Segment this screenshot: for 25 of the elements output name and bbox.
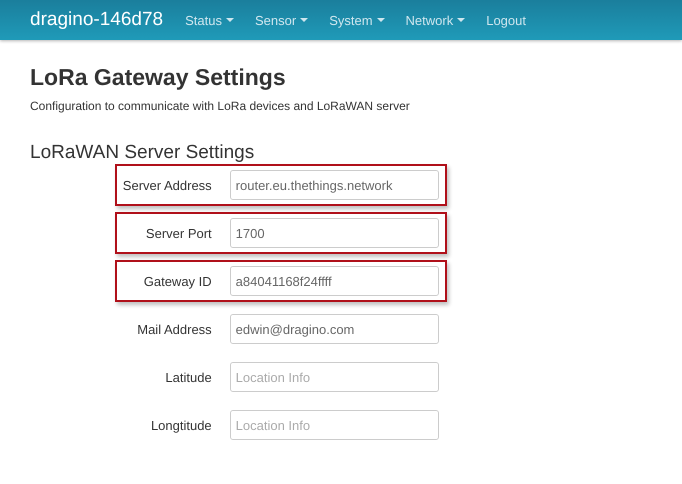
field-label: Longtitude [150,418,212,432]
caret-icon [457,18,466,22]
menu-item[interactable]: Status [185,12,234,28]
brand-title[interactable]: dragino-146d78 [30,9,164,31]
menu-item[interactable]: Sensor [254,12,308,28]
input-field[interactable]: edwin@dragino.com [230,314,439,344]
caret-icon [300,18,308,22]
menu-item[interactable]: Logout [486,12,526,28]
input-field[interactable]: router.eu.thethings.network [230,170,439,200]
page-description: Configuration to communicate with LoRa devices and LoRaWAN server [30,99,411,113]
field-label: Server Port [144,226,212,240]
input-field[interactable]: Location Info [230,410,439,440]
input-field[interactable]: a84041168f24ffff [230,266,439,296]
input-field[interactable]: 1700 [230,218,439,248]
page-title: LoRa Gateway Settings [30,64,287,91]
field-label: Server Address [122,178,212,192]
field-label: Gateway ID [142,274,212,288]
field-label: Mail Address [136,322,212,336]
menu-item[interactable]: Network [406,12,466,28]
field-label: Latitude [164,370,212,384]
menu-item[interactable]: System [329,12,385,28]
input-field[interactable]: Location Info [230,362,439,392]
caret-icon [376,18,385,22]
caret-icon [226,18,234,22]
section-title: LoRaWAN Server Settings [30,142,256,164]
